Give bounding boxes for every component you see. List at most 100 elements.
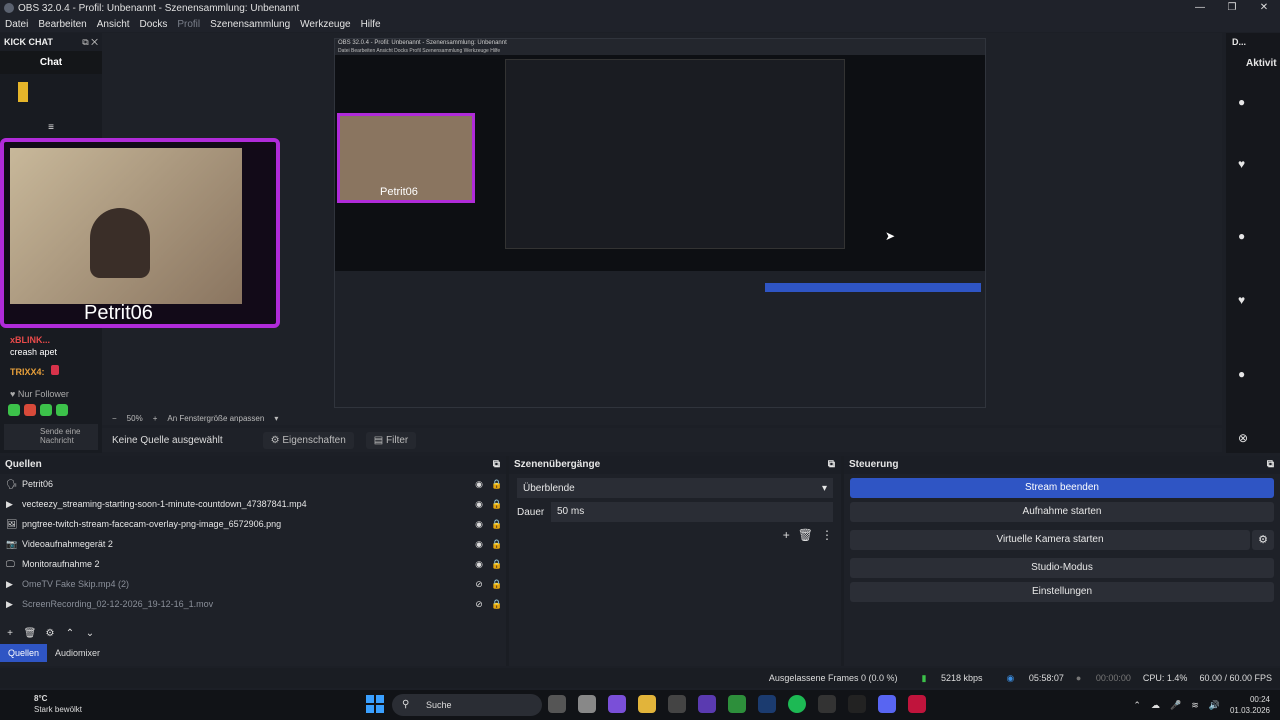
- bitrate: ▮ 5218 kbps: [921, 672, 983, 683]
- menu-werkzeuge[interactable]: Werkzeuge: [300, 19, 350, 30]
- source-toolbar: Keine Quelle ausgewählt ⚙ Eigenschaften …: [102, 428, 1222, 452]
- task-view-icon[interactable]: [548, 695, 566, 713]
- menu-datei[interactable]: Datei: [5, 19, 28, 30]
- eye-icon[interactable]: ◉: [470, 479, 488, 490]
- filter-button[interactable]: ▤ Filter: [365, 431, 417, 449]
- source-item[interactable]: 🖵 Monitoraufnahme 2 ◉ 🔒: [0, 554, 506, 574]
- menu-profil[interactable]: Profil: [177, 19, 200, 30]
- windows-start-icon[interactable]: [366, 695, 384, 713]
- eye-icon[interactable]: ◉: [470, 519, 488, 530]
- studio-mode-button[interactable]: Studio-Modus: [850, 558, 1274, 578]
- lock-icon[interactable]: 🔒: [488, 479, 506, 490]
- zoom-in-button[interactable]: +: [153, 414, 158, 423]
- chat-scroll-icon[interactable]: ≡: [0, 122, 102, 134]
- maximize-button[interactable]: ❐: [1216, 0, 1248, 16]
- app-icon[interactable]: [698, 695, 716, 713]
- lock-icon[interactable]: 🔒: [488, 559, 506, 570]
- chevron-down-icon[interactable]: ▾: [274, 414, 278, 423]
- properties-button[interactable]: ⚙ Eigenschaften: [262, 431, 354, 449]
- add-transition-button[interactable]: +: [783, 528, 790, 542]
- zoom-level[interactable]: 50%: [127, 414, 143, 423]
- source-type-icon: ▶: [6, 598, 13, 609]
- lock-icon[interactable]: 🔒: [488, 499, 506, 510]
- source-item[interactable]: ▶ vecteezy_streaming-starting-soon-1-minu…: [0, 494, 506, 514]
- clock[interactable]: 00:24 01.03.2026: [1230, 694, 1270, 716]
- eye-icon[interactable]: ◉: [470, 499, 488, 510]
- chat-input[interactable]: Sende eine Nachricht: [4, 424, 98, 450]
- preview-canvas[interactable]: Petrit06 OBS 32.0.4 - Profil: Unbenannt …: [0, 33, 1222, 411]
- weather-widget[interactable]: 8°C Stark bewölkt: [12, 693, 82, 715]
- minimize-button[interactable]: —: [1184, 0, 1216, 16]
- source-item[interactable]: 🖼 pngtree-twitch-stream-facecam-overlay-p…: [0, 514, 506, 534]
- menu-docks[interactable]: Docks: [140, 19, 168, 30]
- source-type-icon: 🖵: [6, 558, 15, 569]
- lock-icon[interactable]: 🔒: [488, 579, 506, 590]
- dock-tabs: Quellen Audiomixer: [0, 644, 108, 662]
- wifi-icon[interactable]: ≋: [1191, 700, 1199, 711]
- follower-only-label: ♥ Nur Follower: [10, 389, 69, 399]
- window-title: OBS 32.0.4 - Profil: Unbenannt - Szenens…: [18, 2, 300, 14]
- close-button[interactable]: ✕: [1248, 0, 1280, 16]
- nested-facecam: Petrit06: [337, 113, 475, 203]
- eye-hidden-icon[interactable]: ⊘: [470, 579, 488, 590]
- taskbar-search[interactable]: ⚲ Suche: [392, 694, 542, 716]
- zoom-out-button[interactable]: −: [112, 414, 117, 423]
- move-down-button[interactable]: ⌄: [80, 628, 100, 639]
- network-icon[interactable]: ☁: [1151, 700, 1160, 711]
- remove-source-button[interactable]: 🗑: [20, 628, 40, 639]
- menu-hilfe[interactable]: Hilfe: [361, 19, 381, 30]
- store-icon[interactable]: [668, 695, 686, 713]
- chevron-up-icon[interactable]: ⌃: [1133, 700, 1141, 711]
- menu-bearbeiten[interactable]: Bearbeiten: [38, 19, 86, 30]
- file-explorer-icon[interactable]: [578, 695, 596, 713]
- source-item[interactable]: 📷 Videoaufnahmegerät 2 ◉ 🔒: [0, 534, 506, 554]
- source-item[interactable]: ▶ OmeTV Fake Skip.mp4 (2) ⊘ 🔒: [0, 574, 506, 594]
- app-icon[interactable]: [908, 695, 926, 713]
- more-options-icon[interactable]: ⋮: [821, 528, 833, 542]
- menu-ansicht[interactable]: Ansicht: [97, 19, 130, 30]
- eye-hidden-icon[interactable]: ⊘: [470, 599, 488, 610]
- spotify-icon[interactable]: [788, 695, 806, 713]
- source-name: pngtree-twitch-stream-facecam-overlay-pn…: [22, 519, 282, 529]
- app-icon[interactable]: [848, 695, 866, 713]
- nested-screen-capture: OBS 32.0.4 - Profil: Unbenannt - Szenens…: [334, 38, 986, 408]
- source-item[interactable]: 🗣 Petrit06 ◉ 🔒: [0, 474, 506, 494]
- lock-icon[interactable]: 🔒: [488, 599, 506, 610]
- eye-icon[interactable]: ◉: [470, 559, 488, 570]
- settings-button[interactable]: Einstellungen: [850, 582, 1274, 602]
- gear-icon[interactable]: ⚙: [1252, 530, 1274, 550]
- duration-label: Dauer: [517, 506, 545, 518]
- tab-audiomixer[interactable]: Audiomixer: [47, 644, 108, 662]
- source-item[interactable]: ▶ ScreenRecording_02-12-2026_19-12-16_1.m…: [0, 594, 506, 614]
- source-settings-button[interactable]: ⚙: [40, 628, 60, 639]
- undock-icon: ⧉: [492, 459, 500, 470]
- volume-icon[interactable]: 🔊: [1209, 700, 1220, 711]
- transition-select[interactable]: Überblende ▾: [517, 478, 833, 498]
- zoom-bar: − 50% + An Fenstergröße anpassen ▾: [102, 411, 1222, 425]
- source-name: Videoaufnahmegerät 2: [22, 539, 113, 549]
- fit-window-select[interactable]: An Fenstergröße anpassen: [167, 414, 264, 423]
- steam-icon[interactable]: [758, 695, 776, 713]
- dock-close-icon[interactable]: ⧉ ✕: [82, 37, 98, 48]
- obs-icon[interactable]: [818, 695, 836, 713]
- lock-icon[interactable]: 🔒: [488, 519, 506, 530]
- start-recording-button[interactable]: Aufnahme starten: [850, 502, 1274, 522]
- eye-icon[interactable]: ◉: [470, 539, 488, 550]
- source-type-icon: 🗣: [6, 478, 18, 489]
- tab-sources[interactable]: Quellen: [0, 644, 48, 662]
- add-source-button[interactable]: +: [0, 628, 20, 639]
- chrome-icon[interactable]: [728, 695, 746, 713]
- stop-stream-button[interactable]: Stream beenden: [850, 478, 1274, 498]
- copilot-icon[interactable]: [608, 695, 626, 713]
- menu-szenensammlung[interactable]: Szenensammlung: [210, 19, 290, 30]
- microphone-icon[interactable]: 🎤: [1170, 700, 1181, 711]
- folder-icon[interactable]: [638, 695, 656, 713]
- move-up-button[interactable]: ⌃: [60, 628, 80, 639]
- lock-icon[interactable]: 🔒: [488, 539, 506, 550]
- remove-transition-button[interactable]: 🗑: [798, 528, 813, 542]
- emote-bar: [0, 400, 102, 420]
- start-virtual-camera-button[interactable]: Virtuelle Kamera starten: [850, 530, 1250, 550]
- discord-icon[interactable]: [878, 695, 896, 713]
- duration-input[interactable]: 50 ms: [551, 502, 833, 522]
- emote-icon: [40, 404, 52, 416]
